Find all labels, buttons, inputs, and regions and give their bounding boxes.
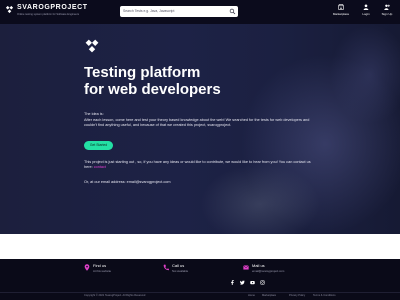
search-input[interactable]: Search Tests e.g. Java, Javascript [120,6,238,17]
footer-call-us-sub: Not available [172,269,189,273]
logo-tagline: Online testing system platform for Softw… [17,13,79,16]
location-pin-icon [84,264,90,271]
starting-text: This project is just starting out , so, … [84,160,319,170]
site-footer: Find us At this website Call us Not avai… [0,259,400,300]
content-area [0,234,400,259]
get-started-label: Get Started [89,143,108,147]
nav-marketplace[interactable]: Marketplace [329,4,353,20]
hero-background-glow [200,164,320,234]
idea-text: After each lesson, come here and test yo… [84,118,310,127]
footer-link-privacy[interactable]: Privacy Policy [289,294,305,297]
logo-icon[interactable] [5,5,14,14]
search-icon[interactable] [229,8,236,15]
user-icon [363,4,369,10]
phone-icon [163,264,169,271]
add-user-icon [384,4,390,10]
logo-name[interactable]: SVAROGPROJECT [17,4,88,11]
hero-title-line1: Testing platform [84,64,201,81]
footer-link-terms[interactable]: Terms & Conditions [313,294,336,297]
footer-divider [0,292,400,293]
footer-link-home[interactable]: Home [248,294,255,297]
youtube-icon[interactable] [250,280,255,285]
nav-marketplace-label: Marketplace [332,12,350,16]
nav-signup-label: Sign Up [381,12,393,16]
footer-find-us-sub: At this website [93,269,112,273]
footer-mail-us-title: Mail us [252,263,265,268]
hero-title: Testing platform for web developers [84,64,221,98]
site-header: SVAROGPROJECT Online testing system plat… [0,0,400,24]
footer-call-us-title: Call us [172,263,185,268]
instagram-icon[interactable] [260,280,265,285]
get-started-button[interactable]: Get Started [84,141,113,150]
twitter-icon[interactable] [240,280,245,285]
copyright-text: Copyright © 2021 SvarogProject. All Righ… [84,294,146,297]
nav-signup[interactable]: Sign Up [375,4,399,20]
contact-link[interactable]: contact [94,165,106,169]
hero-title-line2: for web developers [84,81,221,98]
footer-link-marketplace[interactable]: Marketplace [262,294,276,297]
footer-find-us-title: Find us [93,263,107,268]
idea-heading: The idea is: [84,112,104,116]
starting-text-body: This project is just starting out , so, … [84,160,311,169]
logo-icon [85,39,99,53]
social-links [230,280,270,286]
hero-section: Testing platform for web developers The … [0,24,400,234]
mail-icon [243,265,249,270]
search-placeholder: Search Tests e.g. Java, Javascript [123,9,175,13]
hero-background-glow [330,24,400,124]
store-icon [338,4,344,10]
email-text: Or, at our email address: email@svarogpr… [84,180,171,184]
facebook-icon[interactable] [230,280,235,285]
footer-mail-us-sub[interactable]: email@svarogproject.com [252,269,284,273]
